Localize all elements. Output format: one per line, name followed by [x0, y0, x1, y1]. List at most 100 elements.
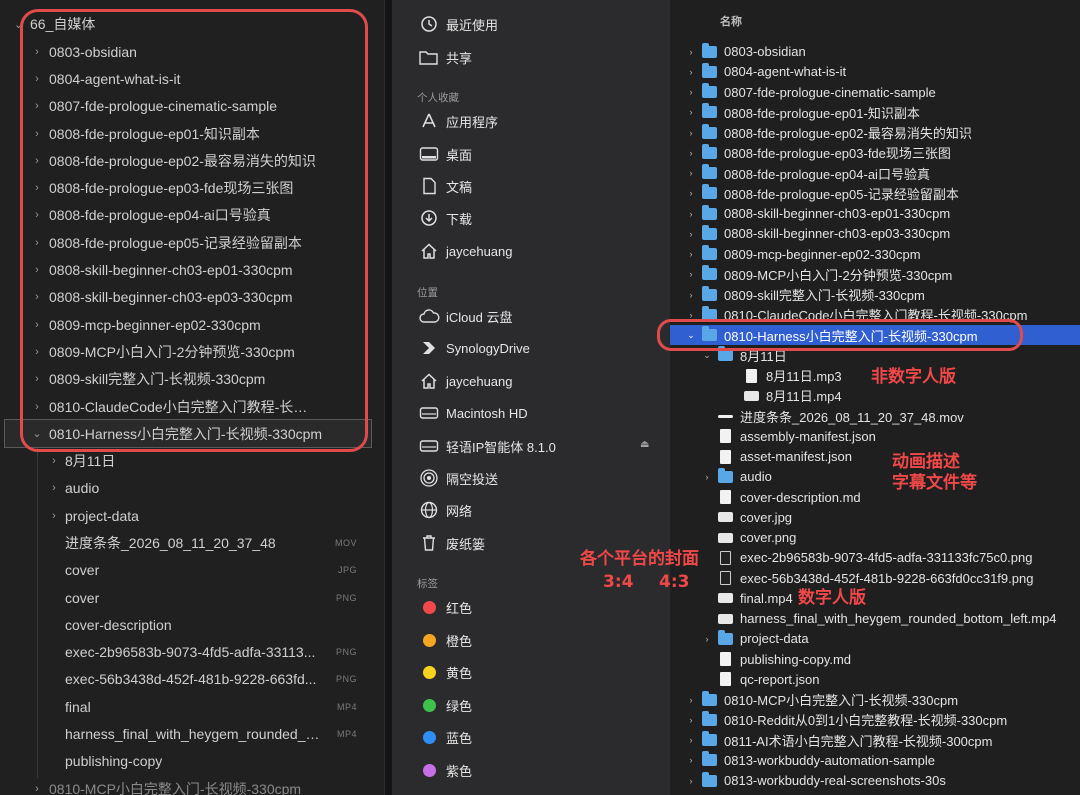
- sidebar-item-locations-2[interactable]: jaycehuang: [418, 368, 513, 394]
- chevron-right-icon[interactable]: ›: [686, 107, 696, 117]
- finder-folder-row[interactable]: › 0804-agent-what-is-it: [670, 62, 1080, 82]
- finder-file-row[interactable]: exec-56b3438d-452f-481b-9228-663fd0cc31f…: [670, 568, 1080, 588]
- chevron-right-icon[interactable]: ›: [686, 249, 696, 259]
- sidebar-item-favorites-1[interactable]: 共享: [418, 44, 472, 70]
- sidebar-item-personal-0[interactable]: 应用程序: [418, 108, 498, 134]
- finder-folder-row[interactable]: › 0809-mcp-beginner-ep02-330cpm: [670, 244, 1080, 264]
- finder-folder-row[interactable]: › 0808-fde-prologue-ep02-最容易消失的知识: [670, 123, 1080, 143]
- finder-folder-row[interactable]: › 0813-workbuddy-real-screenshots-30s: [670, 771, 1080, 791]
- finder-folder-row[interactable]: › project-data: [670, 629, 1080, 649]
- sidebar-item-tags-2[interactable]: 黄色: [418, 659, 472, 685]
- explorer-file-item[interactable]: exec-2b96583b-9073-4fd5-adfa-33113... PNG: [0, 639, 384, 666]
- explorer-file-item[interactable]: cover-description: [0, 611, 384, 638]
- finder-file-row[interactable]: asset-manifest.json: [670, 447, 1080, 467]
- chevron-right-icon[interactable]: ›: [702, 472, 712, 482]
- explorer-folder-item[interactable]: › 0809-mcp-beginner-ep02-330cpm: [0, 311, 384, 338]
- explorer-folder-item[interactable]: › 0808-fde-prologue-ep03-fde现场三张图: [0, 174, 384, 201]
- explorer-folder-item[interactable]: › 0808-fde-prologue-ep01-知识副本: [0, 120, 384, 147]
- finder-folder-row[interactable]: › 0810-MCP小白完整入门-长视频-330cpm: [670, 690, 1080, 710]
- finder-file-row[interactable]: exec-2b96583b-9073-4fd5-adfa-331133fc75c…: [670, 548, 1080, 568]
- finder-file-row[interactable]: cover.png: [670, 528, 1080, 548]
- finder-file-row[interactable]: harness_final_with_heygem_rounded_bottom…: [670, 609, 1080, 629]
- finder-file-row[interactable]: publishing-copy.md: [670, 649, 1080, 669]
- chevron-right-icon[interactable]: ›: [686, 188, 696, 198]
- explorer-folder-item[interactable]: › project-data: [0, 502, 384, 529]
- finder-folder-row[interactable]: › 0810-ClaudeCode小白完整入门教程-长视频-330cpm: [670, 305, 1080, 325]
- explorer-folder-item[interactable]: › 0809-skill完整入门-长视频-330cpm: [0, 366, 384, 393]
- explorer-file-item[interactable]: exec-56b3438d-452f-481b-9228-663fd... PNG: [0, 666, 384, 693]
- chevron-right-icon[interactable]: ›: [686, 776, 696, 786]
- finder-file-row[interactable]: final.mp4: [670, 588, 1080, 608]
- explorer-folder-item[interactable]: › 8月11日: [0, 447, 384, 474]
- sidebar-item-locations-5[interactable]: 隔空投送: [418, 465, 498, 491]
- sidebar-item-personal-1[interactable]: 桌面: [418, 141, 472, 167]
- finder-folder-row[interactable]: › 0803-obsidian: [670, 42, 1080, 62]
- sidebar-item-tags-3[interactable]: 绿色: [418, 692, 472, 718]
- finder-folder-row[interactable]: › 0811-AI术语小白完整入门教程-长视频-300cpm: [670, 730, 1080, 750]
- finder-folder-row[interactable]: › 0807-fde-prologue-cinematic-sample: [670, 82, 1080, 102]
- finder-folder-row[interactable]: › 0808-fde-prologue-ep04-ai口号验真: [670, 163, 1080, 183]
- sidebar-item-tags-4[interactable]: 蓝色: [418, 724, 472, 750]
- sidebar-item-tags-1[interactable]: 橙色: [418, 627, 472, 653]
- explorer-file-item[interactable]: 进度条条_2026_08_11_20_37_48 MOV: [0, 529, 384, 556]
- explorer-file-item[interactable]: harness_final_with_heygem_rounded_bo... M…: [0, 720, 384, 747]
- explorer-folder-item[interactable]: › 0808-fde-prologue-ep02-最容易消失的知识: [0, 147, 384, 174]
- chevron-right-icon[interactable]: ›: [686, 695, 696, 705]
- chevron-right-icon[interactable]: ›: [686, 67, 696, 77]
- finder-folder-row[interactable]: › 0809-MCP小白入门-2分钟预览-330cpm: [670, 264, 1080, 284]
- chevron-right-icon[interactable]: ›: [686, 310, 696, 320]
- finder-file-row[interactable]: assembly-manifest.json: [670, 426, 1080, 446]
- sidebar-item-personal-2[interactable]: 文稿: [418, 173, 472, 199]
- finder-folder-row[interactable]: › audio: [670, 467, 1080, 487]
- explorer-file-item[interactable]: cover PNG: [0, 584, 384, 611]
- finder-file-row[interactable]: cover-description.md: [670, 487, 1080, 507]
- column-header-name[interactable]: 名称: [720, 13, 742, 29]
- finder-folder-row[interactable]: ⌄ 0810-Harness小白完整入门-长视频-330cpm: [670, 325, 1080, 346]
- sidebar-item-locations-3[interactable]: Macintosh HD: [418, 400, 528, 426]
- explorer-folder-item[interactable]: › audio: [0, 475, 384, 502]
- explorer-folder-item[interactable]: › 0810-ClaudeCode小白完整入门教程-长视频-330c...: [0, 393, 384, 420]
- explorer-folder-item[interactable]: › 0808-fde-prologue-ep04-ai口号验真: [0, 202, 384, 229]
- explorer-folder-item[interactable]: ⌄ 0810-Harness小白完整入门-长视频-330cpm: [4, 419, 372, 449]
- finder-file-row[interactable]: cover.jpg: [670, 507, 1080, 527]
- chevron-right-icon[interactable]: ›: [686, 735, 696, 745]
- finder-folder-row[interactable]: › 0808-fde-prologue-ep01-知识副本: [670, 102, 1080, 122]
- chevron-right-icon[interactable]: ›: [686, 715, 696, 725]
- chevron-down-icon[interactable]: ⌄: [686, 330, 696, 341]
- finder-folder-row[interactable]: › 0809-skill完整入门-长视频-330cpm: [670, 285, 1080, 305]
- finder-folder-row[interactable]: › 0808-skill-beginner-ch03-ep01-330cpm: [670, 204, 1080, 224]
- explorer-folder-item[interactable]: › 0808-fde-prologue-ep05-记录经验留副本: [0, 229, 384, 256]
- finder-folder-row[interactable]: › 0808-skill-beginner-ch03-ep03-330cpm: [670, 224, 1080, 244]
- explorer-folder-item[interactable]: › 0808-skill-beginner-ch03-ep01-330cpm: [0, 256, 384, 283]
- chevron-right-icon[interactable]: ›: [686, 128, 696, 138]
- chevron-right-icon[interactable]: ›: [686, 229, 696, 239]
- chevron-right-icon[interactable]: ›: [686, 47, 696, 57]
- finder-folder-row[interactable]: › 0813-workbuddy-automation-sample: [670, 750, 1080, 770]
- finder-folder-row[interactable]: › 0808-fde-prologue-ep05-记录经验留副本: [670, 183, 1080, 203]
- explorer-folder-item[interactable]: › 0807-fde-prologue-cinematic-sample: [0, 93, 384, 120]
- chevron-right-icon[interactable]: ›: [686, 290, 696, 300]
- sidebar-item-favorites-0[interactable]: 最近使用: [418, 11, 498, 37]
- finder-file-row[interactable]: 进度条条_2026_08_11_20_37_48.mov: [670, 406, 1080, 426]
- explorer-file-item[interactable]: publishing-copy: [0, 748, 384, 775]
- chevron-right-icon[interactable]: ›: [686, 87, 696, 97]
- chevron-right-icon[interactable]: ›: [686, 269, 696, 279]
- explorer-folder-item[interactable]: › 0810-MCP小白完整入门-长视频-330cpm: [0, 775, 384, 795]
- sidebar-item-locations-1[interactable]: SynologyDrive: [418, 335, 530, 361]
- sidebar-item-locations-0[interactable]: iCloud 云盘: [418, 303, 512, 329]
- chevron-right-icon[interactable]: ›: [686, 209, 696, 219]
- sidebar-item-locations-4[interactable]: 轻语IP智能体 8.1.0: [418, 433, 556, 459]
- sidebar-item-personal-4[interactable]: jaycehuang: [418, 238, 513, 264]
- panel-divider[interactable]: [384, 0, 392, 795]
- sidebar-item-personal-3[interactable]: 下载: [418, 205, 472, 231]
- finder-file-row[interactable]: 8月11日.mp4: [670, 386, 1080, 406]
- sidebar-item-tags-5[interactable]: 紫色: [418, 757, 472, 783]
- chevron-down-icon[interactable]: ⌄: [702, 350, 712, 361]
- explorer-folder-item[interactable]: › 0803-obsidian: [0, 38, 384, 65]
- explorer-file-item[interactable]: final MP4: [0, 693, 384, 720]
- explorer-folder-item[interactable]: › 0809-MCP小白入门-2分钟预览-330cpm: [0, 338, 384, 365]
- finder-folder-row[interactable]: ⌄ 8月11日: [670, 345, 1080, 365]
- chevron-right-icon[interactable]: ›: [686, 168, 696, 178]
- chevron-right-icon[interactable]: ›: [686, 755, 696, 765]
- explorer-root[interactable]: ⌄ 66_自媒体: [14, 14, 95, 34]
